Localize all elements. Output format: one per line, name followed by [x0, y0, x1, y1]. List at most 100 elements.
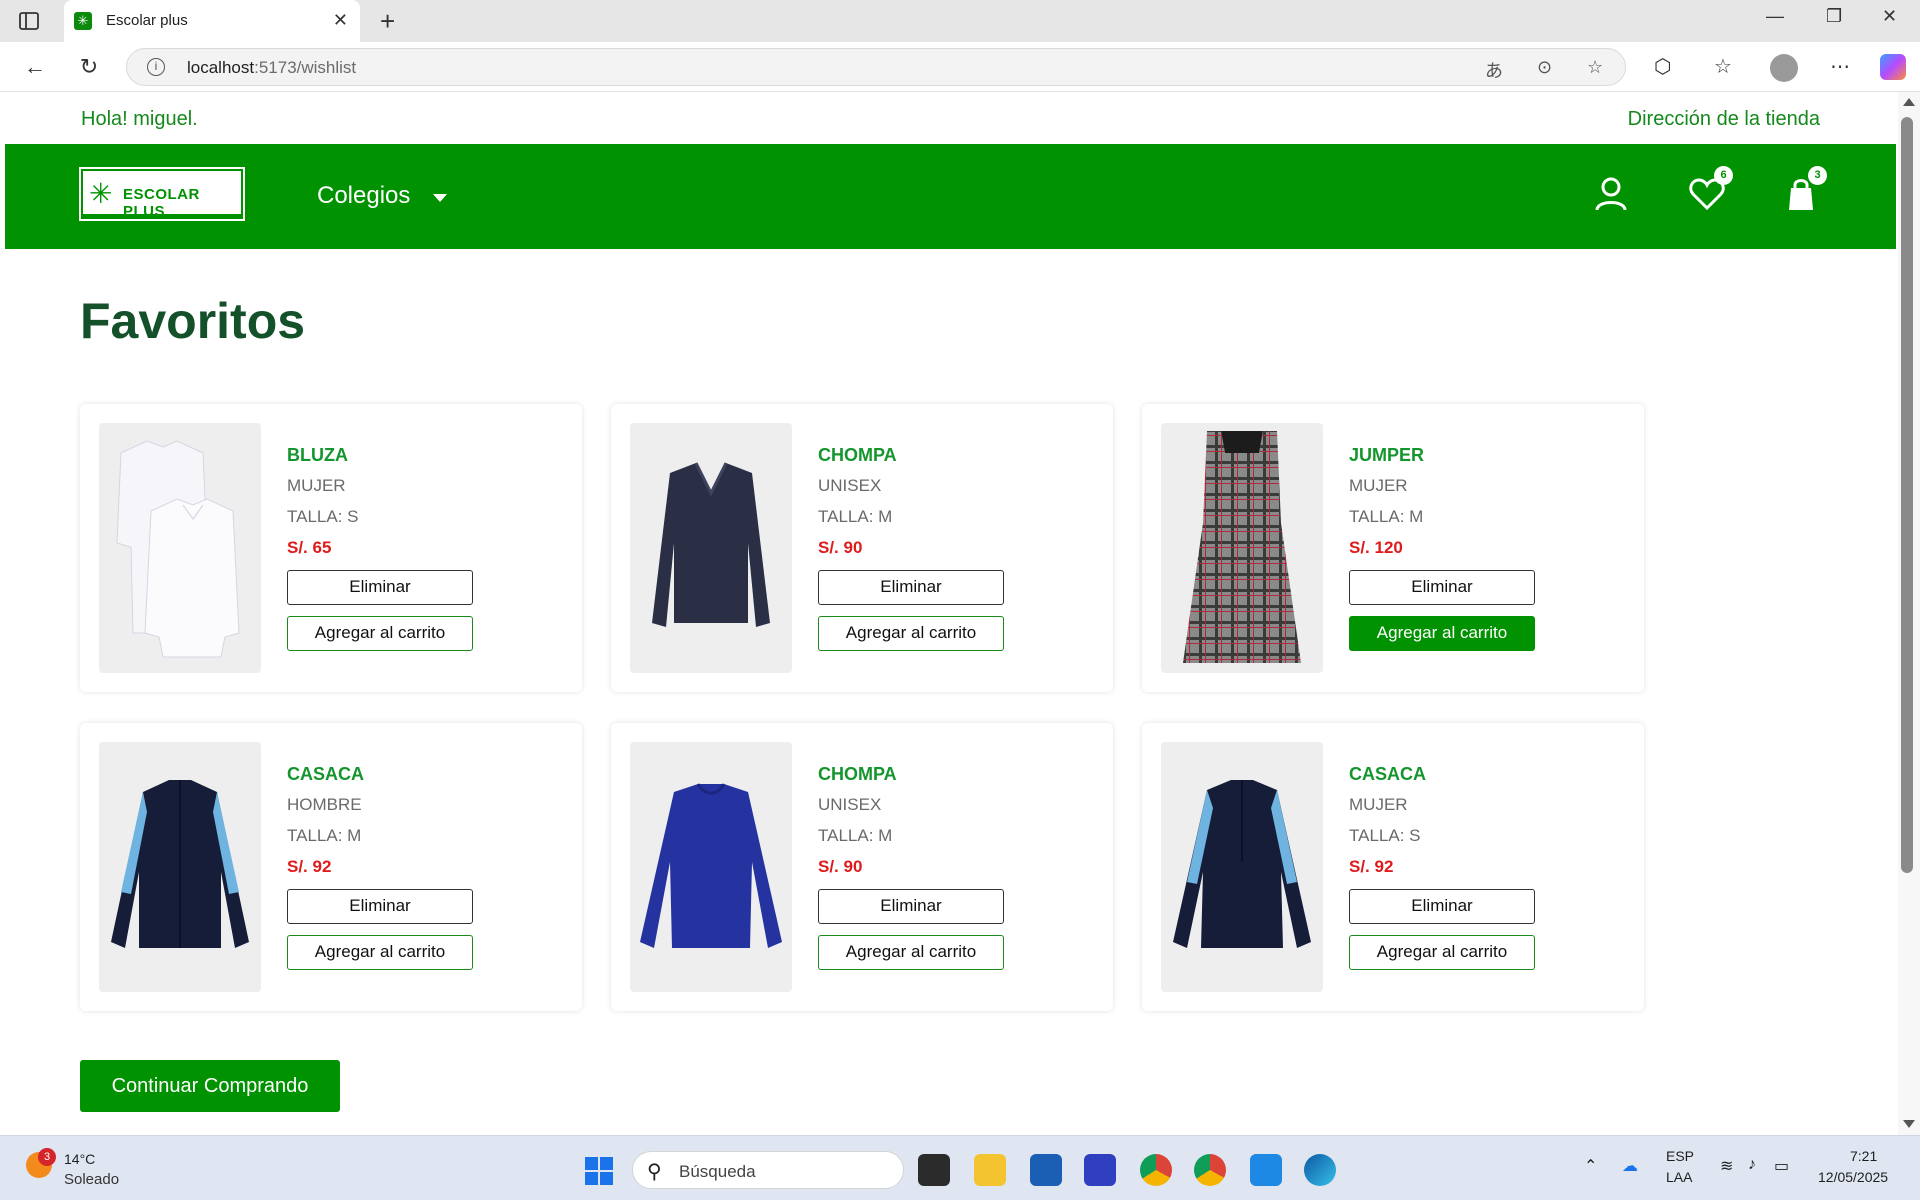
product-size: TALLA: S: [1349, 826, 1421, 845]
product-gender: UNISEX: [818, 476, 882, 495]
remove-button[interactable]: Eliminar: [818, 570, 1004, 605]
wishlist-card: CHOMPA UNISEX TALLA: M S/. 90 Eliminar A…: [611, 723, 1113, 1011]
battery-icon[interactable]: ▭: [1774, 1156, 1789, 1176]
product-name: JUMPER: [1349, 445, 1425, 465]
product-size: TALLA: S: [287, 507, 359, 526]
task-view-icon[interactable]: [918, 1154, 950, 1186]
favorite-star-icon[interactable]: ☆: [1587, 57, 1603, 78]
product-image: [630, 423, 792, 673]
remove-button[interactable]: Eliminar: [818, 889, 1004, 924]
tray-chevron-up-icon[interactable]: ⌃: [1584, 1156, 1597, 1176]
url-text: localhost:5173/wishlist: [187, 58, 357, 77]
add-to-cart-button[interactable]: Agregar al carrito: [1349, 616, 1535, 651]
product-size: TALLA: M: [818, 826, 893, 845]
reload-icon[interactable]: ↻: [76, 54, 102, 80]
navy-jacket-image: [1173, 780, 1311, 948]
windows-start-icon[interactable]: [584, 1156, 614, 1186]
add-to-cart-button[interactable]: Agregar al carrito: [818, 935, 1004, 970]
vscode-icon[interactable]: [1250, 1154, 1282, 1186]
store-address-link[interactable]: Dirección de la tienda: [1628, 108, 1820, 131]
favicon-icon: ✳: [74, 12, 92, 30]
url-input[interactable]: i localhost:5173/wishlist あ ⊙ ☆: [126, 48, 1626, 86]
site-logo[interactable]: ✳ ESCOLAR PLUS: [79, 167, 245, 221]
product-price: S/. 90: [818, 857, 863, 876]
wishlist-card: BLUZA MUJER TALLA: S S/. 65 Eliminar Agr…: [80, 404, 582, 692]
wifi-icon[interactable]: ≋: [1720, 1156, 1733, 1176]
add-to-cart-button[interactable]: Agregar al carrito: [1349, 935, 1535, 970]
greeting-text: Hola! miguel.: [81, 108, 198, 130]
language-bottom[interactable]: LAA: [1666, 1169, 1692, 1185]
remove-button[interactable]: Eliminar: [287, 570, 473, 605]
onedrive-icon[interactable]: ☁: [1622, 1156, 1638, 1176]
new-tab-icon[interactable]: +: [380, 6, 395, 37]
add-to-cart-button[interactable]: Agregar al carrito: [818, 616, 1004, 651]
app-icon[interactable]: [1084, 1154, 1116, 1186]
browser-tab[interactable]: ✳ Escolar plus ✕: [64, 0, 360, 42]
address-bar: ← ↻ i localhost:5173/wishlist あ ⊙ ☆: [0, 42, 1920, 92]
weather-badge: 3: [38, 1148, 56, 1166]
product-gender: HOMBRE: [287, 795, 362, 814]
sidebar-toggle-icon[interactable]: [18, 10, 40, 32]
wishlist-card: CASACA HOMBRE TALLA: M S/. 92 Eliminar A…: [80, 723, 582, 1011]
language-top[interactable]: ESP: [1666, 1148, 1694, 1164]
clock-date[interactable]: 12/05/2025: [1818, 1169, 1888, 1185]
scroll-up-icon[interactable]: [1903, 98, 1915, 106]
scroll-thumb[interactable]: [1901, 117, 1913, 873]
product-name: CASACA: [1349, 764, 1427, 784]
product-image: [99, 742, 261, 992]
restore-icon[interactable]: ❐: [1826, 6, 1842, 27]
logo-underline: [83, 214, 241, 217]
wishlist-count-badge: 6: [1714, 166, 1733, 185]
weather-desc: Soleado: [64, 1171, 120, 1188]
product-size: TALLA: M: [287, 826, 362, 845]
user-icon[interactable]: [1589, 172, 1633, 216]
product-price: S/. 65: [287, 538, 332, 557]
add-to-cart-button[interactable]: Agregar al carrito: [287, 935, 473, 970]
add-to-cart-button[interactable]: Agregar al carrito: [287, 616, 473, 651]
store-icon[interactable]: [1030, 1154, 1062, 1186]
chrome-icon[interactable]: [1140, 1154, 1172, 1186]
remove-button[interactable]: Eliminar: [287, 889, 473, 924]
close-tab-icon[interactable]: ✕: [333, 10, 348, 31]
product-gender: MUJER: [1349, 476, 1408, 495]
product-image: [1161, 742, 1323, 992]
remove-button[interactable]: Eliminar: [1349, 889, 1535, 924]
product-name: CASACA: [287, 764, 365, 784]
windows-taskbar: 3 14°C Soleado ⚲ Búsqueda ⌃ ☁ ESP LAA ≋ …: [0, 1135, 1920, 1200]
cart-count-badge: 3: [1808, 166, 1827, 185]
back-icon[interactable]: ←: [22, 54, 48, 80]
taskbar-search-input[interactable]: ⚲ Búsqueda: [632, 1151, 904, 1189]
product-name: CHOMPA: [818, 764, 897, 784]
remove-button[interactable]: Eliminar: [1349, 570, 1535, 605]
favorites-icon[interactable]: ☆: [1714, 54, 1732, 79]
cart-button[interactable]: 3: [1779, 166, 1827, 216]
close-window-icon[interactable]: ✕: [1882, 6, 1897, 27]
colegios-menu[interactable]: Colegios: [317, 182, 410, 210]
profile-avatar[interactable]: [1770, 54, 1798, 82]
navy-jacket-image: [111, 780, 249, 948]
copilot-icon[interactable]: [1880, 54, 1906, 80]
wishlist-card: CHOMPA UNISEX TALLA: M S/. 90 Eliminar A…: [611, 404, 1113, 692]
site-info-icon[interactable]: i: [147, 58, 165, 76]
product-name: CHOMPA: [818, 445, 897, 465]
translate-icon[interactable]: あ: [1485, 57, 1503, 83]
wishlist-button[interactable]: 6: [1685, 166, 1733, 216]
logo-mark-icon: ✳: [89, 178, 113, 209]
extensions-icon[interactable]: ⬡: [1654, 54, 1671, 79]
file-explorer-icon[interactable]: [974, 1154, 1006, 1186]
volume-icon[interactable]: ♪: [1748, 1156, 1756, 1174]
edge-icon[interactable]: [1304, 1154, 1336, 1186]
product-gender: MUJER: [1349, 795, 1408, 814]
scroll-down-icon[interactable]: [1903, 1120, 1915, 1128]
settings-more-icon[interactable]: ⋯: [1830, 54, 1850, 79]
product-price: S/. 92: [287, 857, 332, 876]
chevron-down-icon[interactable]: [433, 194, 447, 202]
minimize-icon[interactable]: —: [1766, 6, 1784, 27]
chrome-profile-icon[interactable]: [1194, 1154, 1226, 1186]
main-navbar: ✳ ESCOLAR PLUS Colegios 6 3: [5, 144, 1896, 249]
continue-shopping-button[interactable]: Continuar Comprando: [80, 1060, 340, 1112]
more-page-actions-icon[interactable]: ⊙: [1537, 57, 1552, 78]
search-icon: ⚲: [647, 1161, 662, 1183]
product-name: BLUZA: [287, 445, 348, 465]
clock-time[interactable]: 7:21: [1850, 1148, 1877, 1164]
